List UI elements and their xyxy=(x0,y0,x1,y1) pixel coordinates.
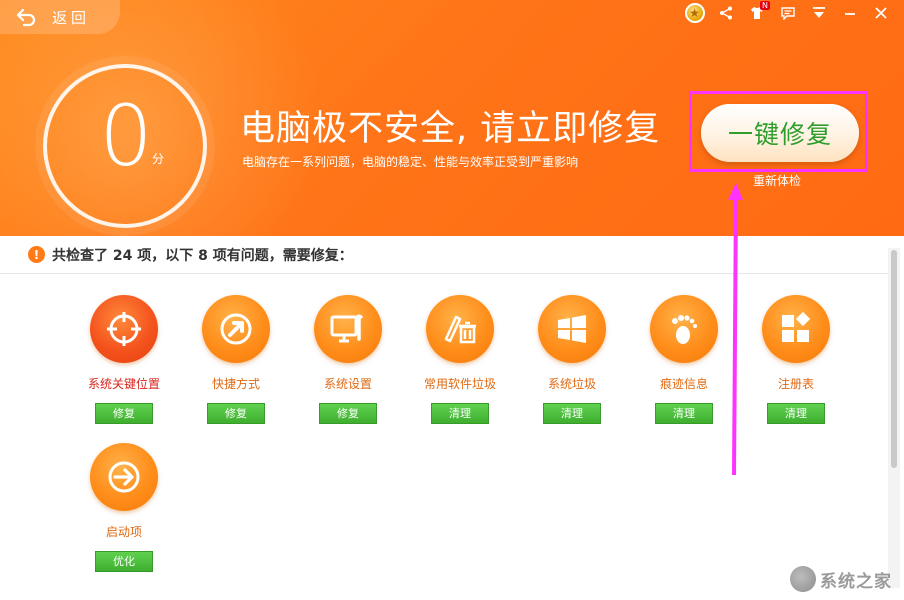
watermark-logo-icon xyxy=(790,566,816,592)
message-icon xyxy=(780,6,795,20)
vertical-scrollbar[interactable] xyxy=(888,248,900,588)
watermark: 系统之家 xyxy=(790,566,892,592)
issue-name: 系统设置 xyxy=(323,377,372,391)
pen-trash-icon xyxy=(444,315,476,344)
shortcut-arrow-icon xyxy=(220,313,252,345)
watermark-text: 系统之家 xyxy=(820,571,892,592)
menu-down-icon xyxy=(812,7,825,18)
medal-icon: ★ xyxy=(684,3,705,23)
skin-button[interactable]: N xyxy=(741,0,772,26)
scan-summary: ! 共检查了 24 项，以下 8 项有问题，需要修复： xyxy=(0,236,888,274)
registry-blocks-icon xyxy=(782,311,811,342)
back-arrow-icon xyxy=(16,8,36,27)
issue-item-software-junk: 常用软件垃圾 清理 xyxy=(410,295,510,435)
share-button[interactable] xyxy=(710,0,741,26)
fix-item-button[interactable]: 清理 xyxy=(655,403,713,424)
feedback-button[interactable] xyxy=(772,0,803,26)
fix-item-button[interactable]: 清理 xyxy=(543,403,601,424)
score-unit: 分 xyxy=(152,152,165,166)
minimize-icon xyxy=(844,13,855,15)
issue-item-shortcuts: 快捷方式 修复 xyxy=(186,295,286,435)
share-icon xyxy=(719,6,732,20)
one-click-fix-button[interactable]: 一键修复 xyxy=(701,104,859,162)
monitor-wrench-icon xyxy=(330,314,364,343)
issue-item-traces: 痕迹信息 清理 xyxy=(634,295,734,435)
issue-icon-button[interactable] xyxy=(538,295,606,363)
back-label: 返回 xyxy=(52,8,91,27)
fix-item-button[interactable]: 修复 xyxy=(207,403,265,424)
status-description: 电脑存在一系列问题，电脑的稳定、性能与效率正受到严重影响 xyxy=(242,155,579,169)
crosshair-icon xyxy=(107,312,141,346)
issue-item-system-key-locations: 系统关键位置 修复 xyxy=(74,295,174,435)
issue-name: 系统垃圾 xyxy=(547,377,596,391)
issue-icon-button[interactable] xyxy=(314,295,382,363)
fix-item-button[interactable]: 修复 xyxy=(319,403,377,424)
back-button[interactable]: 返回 xyxy=(0,0,120,34)
fix-item-button[interactable]: 清理 xyxy=(767,403,825,424)
medal-button[interactable]: ★ xyxy=(679,0,710,26)
close-icon xyxy=(874,7,887,19)
issue-name: 快捷方式 xyxy=(211,377,260,391)
issue-item-system-settings: 系统设置 修复 xyxy=(298,295,398,435)
issue-item-system-junk: 系统垃圾 清理 xyxy=(522,295,622,435)
startup-arrow-icon xyxy=(108,461,140,493)
issue-icon-button[interactable] xyxy=(90,295,158,363)
issue-item-startup: 启动项 优化 xyxy=(74,443,174,583)
result-header: 返回 ★ N 0 分 电脑极不安全, 请立即修复 电脑存在一系列问题，电脑的稳定… xyxy=(0,0,904,236)
fix-item-button[interactable]: 修复 xyxy=(95,403,153,424)
close-button[interactable] xyxy=(865,0,896,26)
windows-icon xyxy=(558,315,586,343)
new-badge: N xyxy=(760,1,770,10)
issue-name: 启动项 xyxy=(105,525,142,539)
recheck-link[interactable]: 重新体检 xyxy=(753,172,801,189)
status-headline: 电脑极不安全, 请立即修复 xyxy=(240,109,661,149)
menu-button[interactable] xyxy=(803,0,834,26)
window-toolbar: ★ N xyxy=(679,0,896,26)
issue-name: 注册表 xyxy=(777,377,814,391)
fix-item-button[interactable]: 优化 xyxy=(95,551,153,572)
score-value: 0 xyxy=(99,87,153,185)
summary-text: 共检查了 24 项，以下 8 项有问题，需要修复： xyxy=(52,247,353,264)
minimize-button[interactable] xyxy=(834,0,865,26)
issue-icon-button[interactable] xyxy=(762,295,830,363)
issue-icon-button[interactable] xyxy=(202,295,270,363)
issue-name: 痕迹信息 xyxy=(659,377,708,391)
issue-icon-button[interactable] xyxy=(650,295,718,363)
scrollbar-thumb[interactable] xyxy=(891,250,897,468)
issue-item-registry: 注册表 清理 xyxy=(746,295,846,435)
warning-icon: ! xyxy=(28,246,45,263)
issue-name: 系统关键位置 xyxy=(87,377,160,391)
footprint-icon xyxy=(672,315,697,344)
issue-icon-button[interactable] xyxy=(426,295,494,363)
fix-item-button[interactable]: 清理 xyxy=(431,403,489,424)
issue-icon-button[interactable] xyxy=(90,443,158,511)
issue-name: 常用软件垃圾 xyxy=(423,377,496,391)
